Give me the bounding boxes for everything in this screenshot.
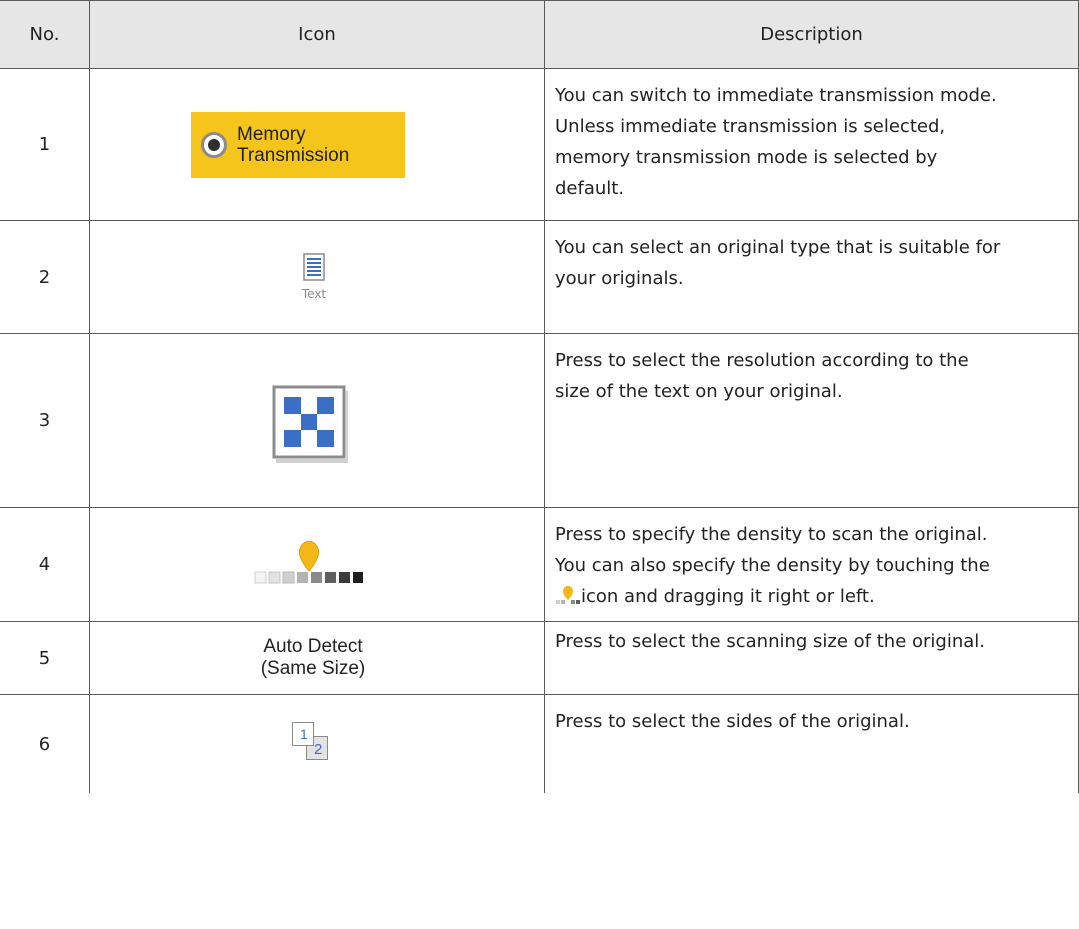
row-number: 6 — [0, 694, 90, 793]
table-row: 6 1 2 Press to select the sides of the o… — [0, 694, 1079, 793]
density-marker-icon — [556, 585, 580, 604]
side-two-label: 2 — [314, 741, 323, 758]
row-description: Press to select the resolution according… — [544, 333, 1079, 508]
side-one-label: 1 — [300, 726, 308, 742]
scan-size-label-2: (Same Size) — [260, 658, 366, 679]
row-number: 2 — [0, 220, 90, 334]
row-number: 3 — [0, 333, 90, 508]
row-description: You can switch to immediate transmission… — [544, 68, 1079, 221]
document-lines-icon — [303, 253, 325, 281]
icon-description-table: No. Icon Description 1 Memory Transmissi… — [0, 0, 1079, 793]
table-row: 1 Memory Transmission You can switch to … — [0, 68, 1079, 221]
density-slider-icon — [254, 540, 363, 583]
row-description: Press to select the sides of the origina… — [544, 694, 1079, 793]
table-row: 3 Press to select the resolution accordi… — [0, 333, 1079, 508]
memory-transmission-icon: Memory Transmission — [191, 111, 405, 178]
original-type-text-icon: Text — [302, 253, 326, 301]
text-icon-label: Text — [301, 287, 327, 301]
table-row: 2 Text You can select an original type t… — [0, 220, 1079, 334]
table-header-row: No. Icon Description — [0, 0, 1079, 69]
row-description: Press to specify the density to scan the… — [544, 507, 1079, 622]
original-sides-icon: 1 2 — [292, 722, 332, 762]
header-icon: Icon — [89, 0, 545, 69]
radio-selected-icon — [201, 131, 227, 158]
header-description: Description — [544, 0, 1079, 69]
scan-size-label-1: Auto Detect — [263, 636, 363, 657]
table-row: 4 Press to specify the density to scan t… — [0, 507, 1079, 622]
row-number: 5 — [0, 621, 90, 695]
row-description: You can select an original type that is … — [544, 220, 1079, 334]
header-no: No. — [0, 0, 90, 69]
scan-size-icon: Auto Detect (Same Size) — [82, 636, 544, 680]
memory-transmission-label-1: Memory — [237, 123, 306, 145]
table-row: 5 Auto Detect (Same Size) Press to selec… — [0, 621, 1079, 695]
row-description: Press to select the scanning size of the… — [544, 621, 1079, 695]
memory-transmission-label-2: Transmission — [237, 144, 350, 166]
row-number: 1 — [0, 68, 90, 221]
row-number: 4 — [0, 507, 90, 622]
resolution-icon — [272, 385, 348, 463]
